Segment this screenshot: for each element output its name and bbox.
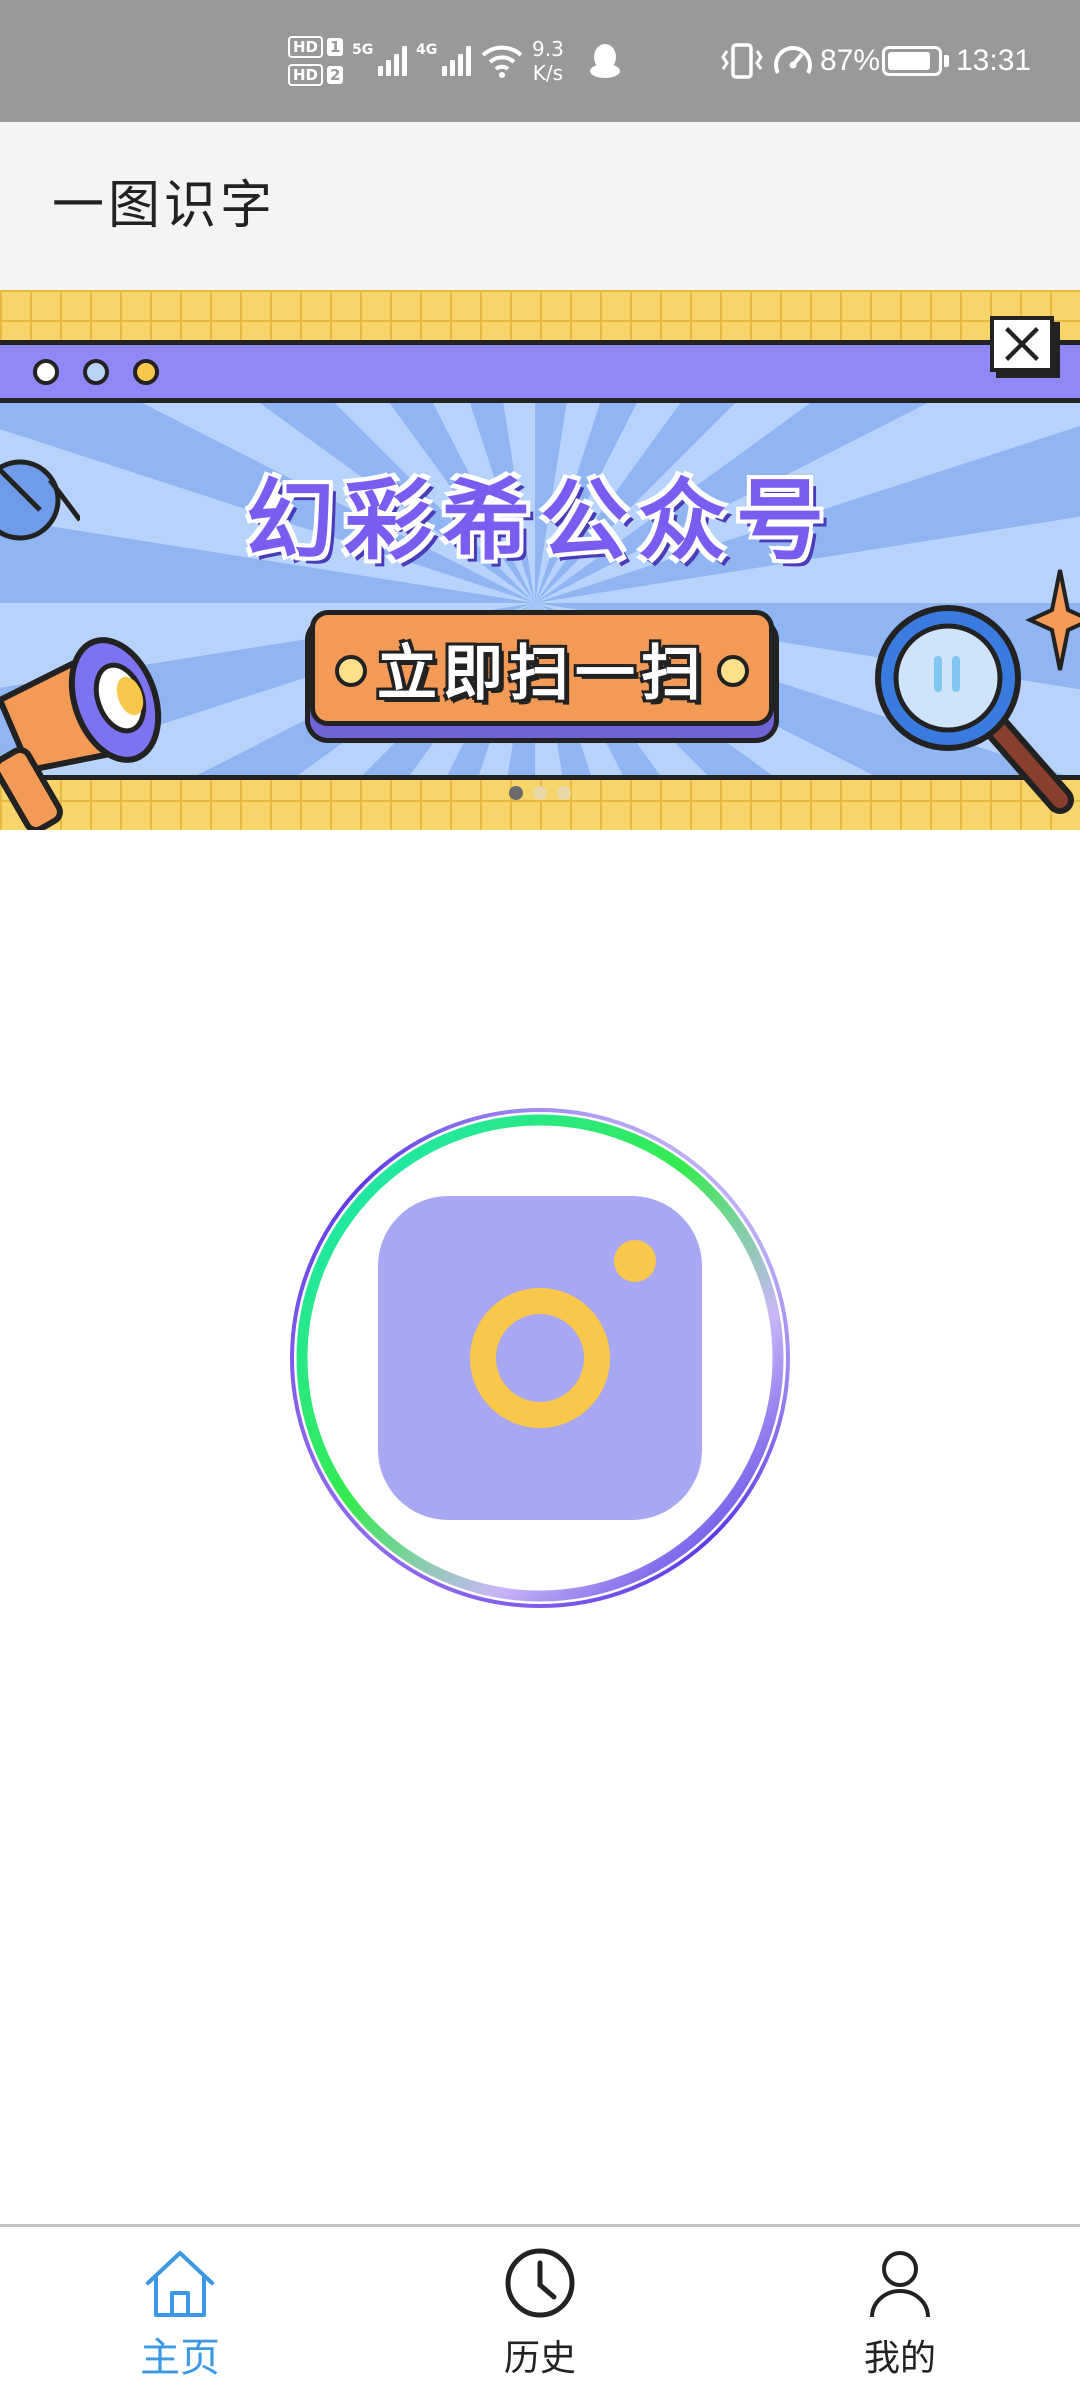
user-icon	[870, 2251, 930, 2318]
status-bar: HD 1 HD 2 5G 4G 9.3 K/s 87% 13:31	[0, 0, 1080, 122]
window-dot-icon	[33, 359, 59, 385]
camera-flash	[614, 1240, 656, 1282]
scan-now-button[interactable]: 立即扫一扫	[310, 610, 774, 726]
banner-page-indicator	[0, 786, 1080, 800]
signal-5g: 5G	[352, 0, 408, 122]
speedometer-icon	[772, 0, 814, 122]
nav-item-history[interactable]: 历史	[440, 2243, 640, 2393]
banner-indicator-dot[interactable]	[533, 786, 547, 800]
banner-indicator-dot[interactable]	[557, 786, 571, 800]
scan-now-label: 立即扫一扫	[377, 638, 707, 709]
banner-indicator-dot[interactable]	[509, 786, 523, 800]
qq-icon	[588, 0, 622, 122]
bottom-nav: 主页 历史 我的	[0, 2224, 1080, 2400]
signal-4g: 4G	[416, 0, 472, 122]
nav-label-mine: 我的	[863, 2338, 936, 2379]
signal-icon: 5G	[352, 42, 408, 76]
camera-lens	[470, 1288, 610, 1428]
banner-close-icon[interactable]	[990, 316, 1054, 372]
clock-time: 13:31	[956, 44, 1032, 77]
nav-label-home: 主页	[140, 2335, 220, 2381]
wifi-icon	[480, 0, 524, 122]
camera-icon[interactable]	[378, 1196, 702, 1520]
battery-percent: 87%	[820, 44, 881, 77]
nav-label-history: 历史	[503, 2338, 576, 2379]
hd-badge-2: HD	[288, 64, 324, 86]
network-type-1: 5G	[352, 42, 374, 58]
network-speed: 9.3 K/s	[532, 0, 564, 122]
sim-indicators: HD 1 HD 2	[288, 0, 344, 122]
network-type-2: 4G	[416, 42, 438, 58]
speed-value: 9.3	[532, 37, 564, 61]
battery-icon	[882, 0, 949, 122]
hd-badge-1: HD	[288, 36, 324, 58]
sim-number-1: 1	[327, 38, 344, 56]
window-dot-icon	[83, 359, 109, 385]
page-title: 一图识字	[52, 176, 277, 236]
banner-window-bar	[0, 345, 1080, 403]
nav-item-home[interactable]: 主页	[80, 2243, 280, 2393]
sparkle-icon	[1025, 569, 1080, 671]
button-dot-icon	[335, 655, 367, 687]
banner-title: 幻彩希公众号	[245, 469, 834, 572]
vibrate-icon	[720, 0, 764, 122]
speed-unit: K/s	[532, 61, 564, 85]
app-bar: 一图识字	[0, 122, 1080, 290]
button-dot-icon	[717, 655, 749, 687]
home-icon	[146, 2251, 214, 2317]
window-dot-icon	[133, 359, 159, 385]
clock-icon	[505, 2248, 575, 2318]
signal-icon: 4G	[416, 42, 472, 76]
app-screen: HD 1 HD 2 5G 4G 9.3 K/s 87% 13:31 一图识字 幻…	[0, 0, 1080, 2400]
nav-item-mine[interactable]: 我的	[800, 2243, 1000, 2393]
promo-banner[interactable]: 幻彩希公众号 立即扫一扫	[0, 290, 1080, 830]
sim-number-2: 2	[327, 66, 344, 84]
